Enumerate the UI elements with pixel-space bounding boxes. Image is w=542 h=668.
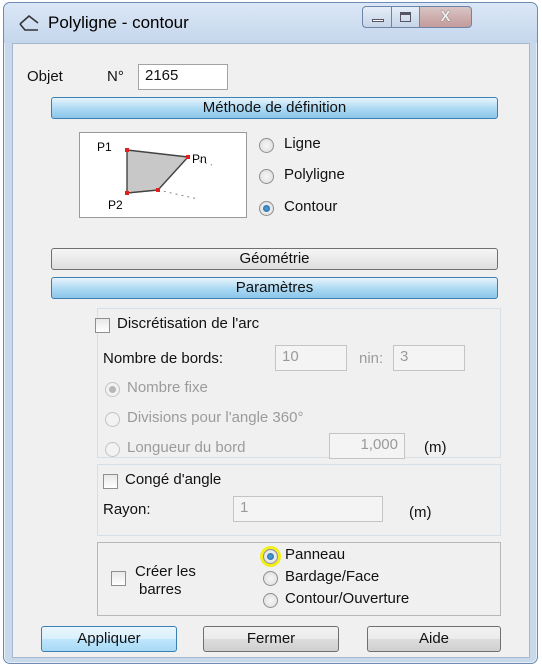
radio-contour-opening[interactable] — [263, 593, 278, 608]
help-button[interactable]: Aide — [367, 626, 501, 652]
create-bars-label-line2: barres — [139, 581, 182, 598]
radio-contour[interactable] — [259, 201, 274, 216]
radio-ligne-label[interactable]: Ligne — [284, 135, 321, 152]
min-edges-field[interactable]: 3 — [393, 345, 465, 371]
radio-edge-length[interactable] — [105, 442, 120, 457]
radio-contour-opening-label[interactable]: Contour/Ouverture — [285, 590, 409, 607]
arc-discretisation-label: Discrétisation de l'arc — [117, 315, 260, 332]
vertex-mid — [156, 188, 160, 192]
create-bars-checkbox[interactable] — [111, 571, 126, 586]
label-pn: Pn — [192, 152, 207, 166]
edge-length-field[interactable]: 1,000 — [329, 433, 405, 459]
arc-discretisation-checkbox[interactable] — [95, 318, 110, 333]
section-parameters-bar[interactable]: Paramètres — [51, 277, 498, 299]
maximize-button[interactable] — [392, 6, 420, 28]
fillet-label: Congé d'angle — [125, 471, 222, 488]
dialog-window: Polyligne - contour X Objet N° 2165 Méth… — [3, 2, 538, 664]
radio-fixed-count-label[interactable]: Nombre fixe — [127, 379, 208, 396]
section-method-bar[interactable]: Méthode de définition — [51, 97, 498, 119]
maximize-icon — [400, 12, 411, 22]
section-geometry-bar[interactable]: Géométrie — [51, 248, 498, 270]
radio-angle-divisions-label[interactable]: Divisions pour l'angle 360° — [127, 409, 303, 426]
radio-contour-label[interactable]: Contour — [284, 198, 337, 215]
close-button[interactable]: Fermer — [203, 626, 339, 652]
label-p1: P1 — [97, 140, 112, 154]
apply-button[interactable]: Appliquer — [41, 626, 177, 652]
object-label: Objet — [27, 68, 63, 85]
vertex-p1 — [125, 148, 129, 152]
radio-fixed-count[interactable] — [105, 382, 120, 397]
minimize-icon — [372, 19, 384, 22]
vertex-pn — [186, 155, 190, 159]
close-icon: X — [440, 8, 451, 25]
fillet-checkbox[interactable] — [103, 474, 118, 489]
radio-cladding-face-label[interactable]: Bardage/Face — [285, 568, 379, 585]
radius-label: Rayon: — [103, 501, 151, 518]
create-bars-label-line1: Créer les — [135, 563, 196, 580]
polyline-icon — [19, 14, 39, 31]
window-title: Polyligne - contour — [48, 13, 189, 32]
object-number-label: N° — [107, 68, 124, 85]
radius-field[interactable]: 1 — [233, 496, 383, 522]
min-edges-label: nin: — [359, 350, 384, 367]
label-p2: P2 — [108, 198, 123, 212]
radio-edge-length-label[interactable]: Longueur du bord — [127, 439, 245, 456]
radio-angle-divisions[interactable] — [105, 412, 120, 427]
create-bars-label: Créer les barres — [135, 563, 196, 599]
edges-label: Nombre de bords: — [103, 350, 224, 367]
method-preview: P1 Pn P2 — [79, 132, 247, 218]
dialog-body: Objet N° 2165 Méthode de définition P1 P… — [12, 43, 530, 658]
radio-panel-label[interactable]: Panneau — [285, 546, 345, 563]
contour-diagram: P1 Pn P2 — [97, 140, 213, 212]
minimize-button[interactable] — [362, 6, 392, 28]
radio-polyligne[interactable] — [259, 169, 274, 184]
vertex-p2 — [125, 191, 129, 195]
radio-cladding-face[interactable] — [263, 571, 278, 586]
radio-polyligne-label[interactable]: Polyligne — [284, 166, 345, 183]
title-bar[interactable]: Polyligne - contour X — [4, 3, 537, 43]
object-number-field[interactable]: 2165 — [138, 64, 228, 90]
edge-length-unit: (m) — [424, 439, 447, 456]
close-window-button[interactable]: X — [420, 6, 472, 28]
radio-ligne[interactable] — [259, 138, 274, 153]
radius-unit: (m) — [409, 504, 432, 521]
edges-field[interactable]: 10 — [275, 345, 347, 371]
radio-panel[interactable] — [263, 549, 278, 564]
